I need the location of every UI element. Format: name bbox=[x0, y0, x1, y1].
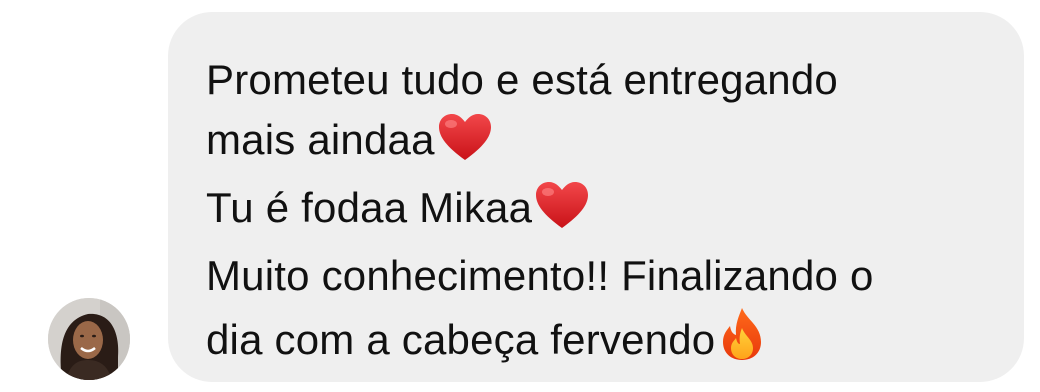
chat-thread: Prometeu tudo e está entregando mais ain… bbox=[0, 0, 1040, 392]
message-line: mais aindaa bbox=[206, 110, 1024, 178]
message-line: Muito conhecimento!! Finalizando o bbox=[206, 252, 874, 299]
heart-icon bbox=[534, 180, 590, 246]
avatar-photo bbox=[48, 298, 130, 380]
message-line: dia com a cabeça fervendo bbox=[206, 306, 1024, 378]
message-line: Tu é fodaa Mikaa bbox=[206, 178, 1024, 246]
fire-icon bbox=[717, 306, 767, 378]
message-bubble[interactable]: Prometeu tudo e está entregando mais ain… bbox=[168, 12, 1024, 382]
avatar[interactable] bbox=[48, 298, 130, 380]
heart-icon bbox=[437, 112, 493, 178]
message-line: Prometeu tudo e está entregando bbox=[206, 56, 838, 103]
